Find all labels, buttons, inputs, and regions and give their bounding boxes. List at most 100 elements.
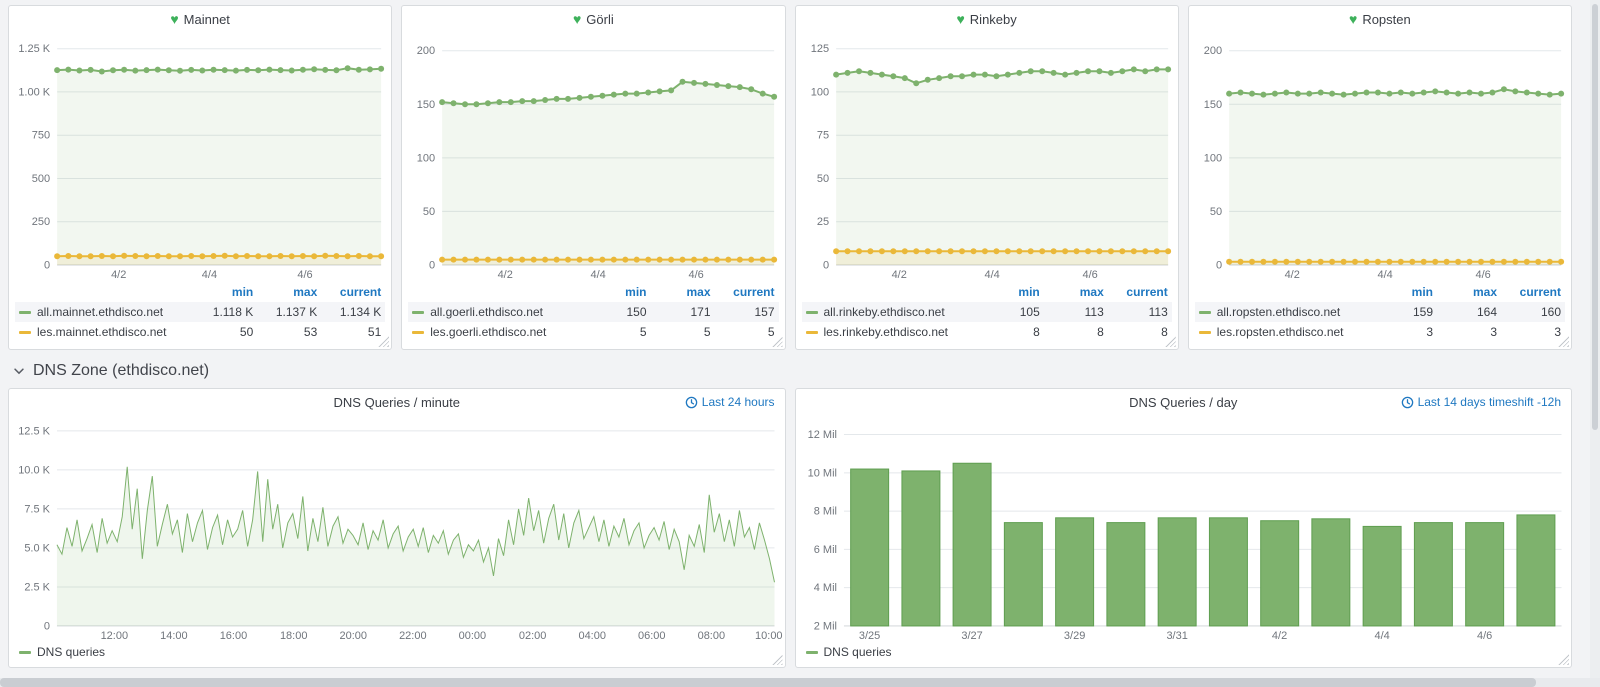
series-point [565, 257, 571, 263]
series-point [890, 73, 896, 79]
x-tick-label: 22:00 [399, 630, 427, 642]
series-point [833, 248, 839, 254]
series-point [199, 253, 205, 259]
series-point [1420, 90, 1426, 96]
series-point [76, 68, 82, 74]
series-point [737, 257, 743, 263]
series-point [1352, 259, 1358, 265]
legend-series-toggle[interactable]: DNS queries [19, 645, 775, 659]
legend-header-current[interactable]: current [317, 285, 381, 299]
series-point [255, 67, 261, 73]
legend-header-min[interactable]: min [189, 285, 253, 299]
x-tick-label: 04:00 [578, 630, 606, 642]
legend-max-value: 171 [647, 305, 711, 319]
time-range-badge[interactable]: Last 24 hours [685, 389, 775, 415]
legend-series-toggle[interactable]: les.goerli.ethdisco.net [412, 325, 582, 339]
legend-header-row: min max current [408, 282, 778, 302]
series-point [1249, 259, 1255, 265]
legend-header-current[interactable]: current [711, 285, 775, 299]
series-point [278, 67, 284, 73]
x-tick-label: 12:00 [101, 630, 129, 642]
panel-title-text: DNS Queries / minute [334, 395, 460, 410]
legend-series-toggle[interactable]: all.goerli.ethdisco.net [412, 305, 582, 319]
legend-series-toggle[interactable]: all.mainnet.ethdisco.net [19, 305, 189, 319]
series-point [1558, 91, 1564, 97]
series-point [166, 67, 172, 73]
legend-header-max[interactable]: max [253, 285, 317, 299]
horizontal-scrollbar[interactable] [0, 678, 1600, 687]
legend-series-toggle[interactable]: all.ropsten.ethdisco.net [1199, 305, 1369, 319]
series-point [99, 253, 105, 259]
series-point [1306, 91, 1312, 97]
series-point [497, 257, 503, 263]
series-point [993, 248, 999, 254]
x-tick-label: 14:00 [160, 630, 188, 642]
series-point [588, 257, 594, 263]
series-point [1352, 91, 1358, 97]
vertical-scrollbar-thumb[interactable] [1592, 4, 1598, 430]
legend-header-min[interactable]: min [583, 285, 647, 299]
legend-series-toggle[interactable]: all.rinkeby.ethdisco.net [806, 305, 976, 319]
legend-series-name: les.mainnet.ethdisco.net [37, 325, 166, 339]
panel-title-text: Mainnet [184, 12, 230, 27]
series-point [1004, 248, 1010, 254]
panel-title-button[interactable]: DNS Queries / minute [334, 395, 460, 410]
legend-series-toggle[interactable]: les.rinkeby.ethdisco.net [806, 325, 976, 339]
series-point [867, 70, 873, 76]
legend-header-current[interactable]: current [1497, 285, 1561, 299]
legend-header-max[interactable]: max [1040, 285, 1104, 299]
panel-title-button[interactable]: ♥ Ropsten [1349, 12, 1411, 27]
legend-series-toggle[interactable]: les.mainnet.ethdisco.net [19, 325, 189, 339]
series-swatch-icon [806, 311, 818, 314]
section-title: DNS Zone (ethdisco.net) [33, 362, 209, 380]
legend-header-max[interactable]: max [1433, 285, 1497, 299]
series-point [748, 257, 754, 263]
series-point [748, 86, 754, 92]
legend-header-max[interactable]: max [647, 285, 711, 299]
legend-series-toggle[interactable]: les.ropsten.ethdisco.net [1199, 325, 1369, 339]
series-point [1398, 259, 1404, 265]
series-point [266, 253, 272, 259]
series-point [65, 67, 71, 73]
series-point [1237, 259, 1243, 265]
bar [1516, 515, 1554, 626]
x-tick-label: 4/6 [1477, 630, 1492, 642]
panel-title-button[interactable]: ♥ Görli [573, 12, 614, 27]
dns-panels-row: DNS Queries / minute Last 24 hours 02.5 … [8, 388, 1572, 668]
dns-zone-section-header[interactable]: DNS Zone (ethdisco.net) [8, 356, 1572, 386]
legend-row: all.mainnet.ethdisco.net 1.118 K 1.137 K… [15, 302, 385, 322]
y-tick-label: 150 [417, 99, 435, 111]
horizontal-scrollbar-thumb[interactable] [0, 678, 1536, 687]
y-tick-label: 200 [1204, 45, 1222, 57]
y-tick-label: 0 [429, 260, 435, 272]
series-swatch-icon [806, 331, 818, 334]
legend-table: min max current all.ropsten.ethdisco.net… [1189, 282, 1571, 346]
vertical-scrollbar[interactable] [1590, 0, 1600, 687]
legend-header-min[interactable]: min [976, 285, 1040, 299]
series-point [222, 67, 228, 73]
series-point [1039, 248, 1045, 254]
series-point [177, 68, 183, 74]
x-tick-label: 4/2 [498, 269, 513, 281]
series-point [1119, 68, 1125, 74]
x-tick-label: 4/6 [1082, 269, 1097, 281]
panel-title-button[interactable]: ♥ Rinkeby [956, 12, 1016, 27]
legend-series-toggle[interactable]: DNS queries [806, 645, 1562, 659]
x-tick-label: 4/4 [984, 269, 999, 281]
legend-header-min[interactable]: min [1369, 285, 1433, 299]
series-point [901, 248, 907, 254]
legend-header-current[interactable]: current [1104, 285, 1168, 299]
legend: DNS queries [796, 643, 1572, 659]
series-point [311, 253, 317, 259]
series-point [222, 253, 228, 259]
panel-title-button[interactable]: ♥ Mainnet [170, 12, 230, 27]
series-point [947, 248, 953, 254]
series-point [1165, 248, 1171, 254]
series-point [65, 253, 71, 259]
legend-current-value: 51 [317, 325, 381, 339]
series-point [1398, 90, 1404, 96]
series-point [577, 95, 583, 101]
panel-header: DNS Queries / minute Last 24 hours [9, 389, 785, 415]
panel-title-button[interactable]: DNS Queries / day [1129, 395, 1237, 410]
time-range-badge[interactable]: Last 14 days timeshift -12h [1401, 389, 1561, 415]
